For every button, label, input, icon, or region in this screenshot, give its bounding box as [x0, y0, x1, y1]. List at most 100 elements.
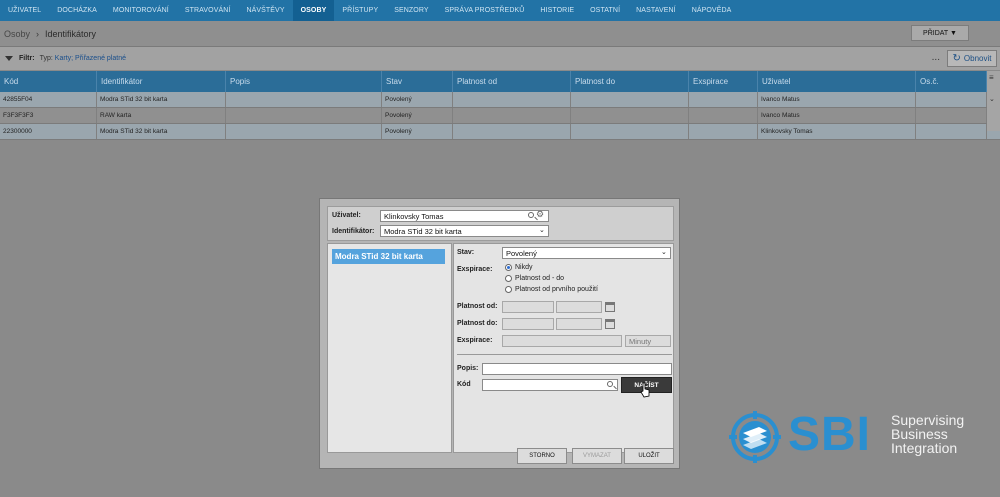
- table-body: 42855F04 Modra STid 32 bit karta Povolený I…: [0, 92, 1000, 140]
- column-header[interactable]: Uživatel: [758, 71, 916, 92]
- breadcrumb-root[interactable]: Osoby: [4, 29, 30, 39]
- column-header[interactable]: Exspirace: [689, 71, 758, 92]
- nav-item[interactable]: OSOBY: [292, 0, 335, 21]
- nav-item[interactable]: HISTORIE: [532, 0, 582, 21]
- search-icon[interactable]: [607, 381, 613, 387]
- list-item[interactable]: Modra STid 32 bit karta: [332, 249, 445, 264]
- table-cell: RAW karta: [97, 108, 226, 123]
- table-cell: [453, 92, 571, 107]
- table-cell: Klinkovsky Tomas: [758, 124, 916, 139]
- table-cell: Modra STid 32 bit karta: [97, 92, 226, 107]
- add-button[interactable]: PŘIDAT ▼: [911, 25, 969, 41]
- duration-unit-value: Minuty: [629, 336, 652, 346]
- radio-selected-icon: [505, 264, 512, 271]
- table-row[interactable]: 42855F04 Modra STid 32 bit karta Povolený I…: [0, 92, 1000, 108]
- table-row[interactable]: 22300000 Modra STid 32 bit karta Povolený K…: [0, 124, 1000, 140]
- divider: [457, 354, 672, 355]
- valid-to-date[interactable]: [502, 318, 554, 330]
- radio-range-label: Platnost od - do: [515, 275, 565, 282]
- table-cell: [916, 92, 987, 107]
- table-row[interactable]: F3F3F3F3 RAW karta Povolený Ivanco Matus: [0, 108, 1000, 124]
- identifier-detail: Stav: Povolený ⌄ Exspirace: Nikdy Platno…: [453, 243, 674, 453]
- user-field[interactable]: Klinkovsky Tomas: [380, 210, 549, 222]
- column-header[interactable]: Platnost do: [571, 71, 689, 92]
- valid-from-time[interactable]: [556, 301, 602, 313]
- identifier-label: Identifikátor:: [332, 228, 375, 235]
- nav-item[interactable]: PŘÍSTUPY: [334, 0, 386, 21]
- column-header[interactable]: Stav: [382, 71, 453, 92]
- nav-item[interactable]: NÁPOVĚDA: [684, 0, 740, 21]
- table-cell: [689, 108, 758, 123]
- table-cell: F3F3F3F3: [0, 108, 97, 123]
- radio-never[interactable]: Nikdy: [505, 264, 533, 271]
- nav-item[interactable]: SPRÁVA PROSTŘEDKŮ: [437, 0, 533, 21]
- dialog-footer: STORNO VYMAZAT ULOŽIT: [327, 448, 674, 467]
- gear-icon[interactable]: ⚙: [536, 209, 544, 220]
- calendar-icon[interactable]: [605, 319, 615, 329]
- nav-item[interactable]: UŽIVATEL: [0, 0, 49, 21]
- radio-never-label: Nikdy: [515, 264, 533, 271]
- code-input[interactable]: [482, 379, 618, 391]
- chevron-down-icon: ⌄: [539, 227, 545, 234]
- table-scroll-column[interactable]: ≡ ⌄: [987, 71, 1000, 131]
- expiration-duration-input[interactable]: [502, 335, 622, 347]
- refresh-button[interactable]: ↻ Obnovit: [947, 50, 997, 67]
- table-cell: [453, 124, 571, 139]
- search-icon[interactable]: [528, 212, 534, 218]
- cancel-button[interactable]: STORNO: [517, 448, 567, 464]
- status-value: Povolený: [506, 248, 537, 258]
- valid-to-time[interactable]: [556, 318, 602, 330]
- radio-icon: [505, 286, 512, 293]
- more-options-button[interactable]: ...: [932, 52, 940, 63]
- nav-item[interactable]: DOCHÁZKA: [49, 0, 105, 21]
- nav-item[interactable]: STRAVOVÁNÍ: [177, 0, 239, 21]
- logo-line: Business: [891, 426, 948, 442]
- nav-item[interactable]: MONITOROVÁNÍ: [105, 0, 177, 21]
- duration-unit-select[interactable]: Minuty: [625, 335, 671, 347]
- logo-line: Integration: [891, 440, 958, 456]
- code-label: Kód: [457, 381, 471, 388]
- table-cell: [226, 92, 382, 107]
- user-label: Uživatel:: [332, 212, 361, 219]
- table-header: Kód Identifikátor Popis Stav Platnost od Plat…: [0, 71, 1000, 92]
- status-select[interactable]: Povolený: [502, 247, 671, 259]
- nav-item[interactable]: NASTAVENÍ: [628, 0, 684, 21]
- column-header[interactable]: Os.č.: [916, 71, 987, 92]
- calendar-icon[interactable]: [605, 302, 615, 312]
- save-button[interactable]: ULOŽIT: [624, 448, 674, 464]
- nav-item[interactable]: SENZORY: [386, 0, 436, 21]
- radio-icon: [505, 275, 512, 282]
- page-title: Identifikátory: [45, 28, 97, 39]
- description-input[interactable]: [482, 363, 672, 375]
- identifier-select[interactable]: Modra STid 32 bit karta: [380, 225, 549, 237]
- table-cell: Ivanco Matus: [758, 92, 916, 107]
- table-cell: [453, 108, 571, 123]
- column-menu-icon[interactable]: ≡: [989, 73, 994, 82]
- table-cell: [916, 108, 987, 123]
- table-cell: [689, 124, 758, 139]
- expiration-label: Exspirace:: [457, 266, 493, 273]
- filter-bar: Filtr: Typ: Karty; Přiřazené platné ... …: [0, 46, 1000, 70]
- nav-item[interactable]: OSTATNÍ: [582, 0, 628, 21]
- column-header[interactable]: Popis: [226, 71, 382, 92]
- column-header[interactable]: Platnost od: [453, 71, 571, 92]
- expiration-duration-label: Exspirace:: [457, 337, 493, 344]
- valid-to-label: Platnost do:: [457, 320, 498, 327]
- table-cell: [226, 108, 382, 123]
- table-cell: Ivanco Matus: [758, 108, 916, 123]
- identifier-dialog: Uživatel: Klinkovsky Tomas ⚙ Identifikát…: [319, 198, 680, 469]
- top-navigation: UŽIVATEL DOCHÁZKA MONITOROVÁNÍ STRAVOVÁNÍ NÁ…: [0, 0, 1000, 21]
- radio-first-use[interactable]: Platnost od prvního použití: [505, 286, 598, 293]
- table-cell: [916, 124, 987, 139]
- nav-item[interactable]: NÁVŠTĚVY: [238, 0, 292, 21]
- refresh-label: Obnovit: [963, 54, 992, 63]
- clear-button[interactable]: VYMAZAT: [572, 448, 622, 464]
- column-header[interactable]: Identifikátor: [97, 71, 226, 92]
- sbi-logo: SBI Supervising Business Integration: [729, 408, 979, 463]
- valid-from-date[interactable]: [502, 301, 554, 313]
- column-header[interactable]: Kód: [0, 71, 97, 92]
- status-label: Stav:: [457, 249, 475, 256]
- chevron-down-icon[interactable]: ⌄: [989, 95, 995, 103]
- filter-value[interactable]: Karty; Přiřazené platné: [55, 55, 126, 62]
- radio-range[interactable]: Platnost od - do: [505, 275, 564, 282]
